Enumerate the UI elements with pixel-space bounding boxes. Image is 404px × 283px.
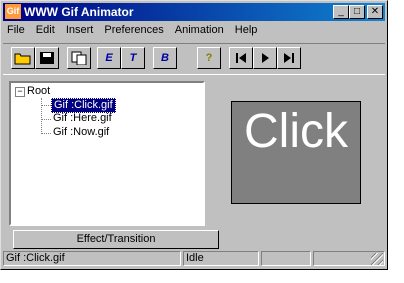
- effect-transition-button[interactable]: Effect/Transition: [13, 230, 219, 249]
- menu-help[interactable]: Help: [231, 22, 262, 39]
- preview-pane: Click: [231, 101, 361, 204]
- tree-connector: [41, 133, 51, 134]
- floppy-save-icon: [40, 52, 54, 64]
- collapse-icon[interactable]: −: [15, 87, 25, 97]
- tree-connector: [41, 98, 42, 134]
- close-button[interactable]: ✕: [367, 5, 383, 19]
- help-button[interactable]: ?: [197, 47, 221, 69]
- menu-animation[interactable]: Animation: [171, 22, 228, 39]
- status-file: Gif :Click.gif: [3, 251, 181, 266]
- copy-button[interactable]: [67, 47, 91, 69]
- title-bar[interactable]: Gif WWW Gif Animator _ □ ✕: [3, 3, 385, 21]
- tree-root[interactable]: Root: [27, 85, 50, 98]
- preview-text: Click: [244, 105, 348, 158]
- last-frame-button[interactable]: [277, 47, 301, 69]
- save-button[interactable]: [35, 47, 59, 69]
- app-icon[interactable]: Gif: [5, 4, 21, 19]
- status-bar: Gif :Click.gif Idle: [3, 250, 385, 267]
- tree-connector: [41, 119, 51, 120]
- menu-insert[interactable]: Insert: [62, 22, 98, 39]
- menu-bar: File Edit Insert Preferences Animation H…: [3, 22, 385, 40]
- play-button[interactable]: [253, 47, 277, 69]
- tree-item-click[interactable]: Gif :Click.gif: [51, 98, 116, 113]
- skip-first-icon: [236, 53, 246, 63]
- tree-connector: [41, 105, 51, 106]
- tree-item-now[interactable]: Gif :Now.gif: [53, 126, 109, 139]
- window-title: WWW Gif Animator: [24, 5, 134, 19]
- status-panel: [261, 251, 311, 266]
- main-window: Gif WWW Gif Animator _ □ ✕ File Edit Ins…: [0, 0, 388, 270]
- folder-open-icon: [14, 53, 31, 65]
- menu-file[interactable]: File: [3, 22, 29, 39]
- menu-edit[interactable]: Edit: [32, 22, 59, 39]
- open-button[interactable]: [11, 47, 35, 69]
- text-t-button[interactable]: T: [121, 47, 145, 69]
- minimize-button[interactable]: _: [333, 5, 349, 19]
- banner-b-button[interactable]: B: [153, 47, 177, 69]
- effect-e-button[interactable]: E: [97, 47, 121, 69]
- resize-grip[interactable]: [371, 253, 383, 265]
- toolbar: E T B ?: [3, 43, 385, 75]
- first-frame-button[interactable]: [229, 47, 253, 69]
- tree-item-here[interactable]: Gif :Here.gif: [53, 112, 112, 125]
- copy-icon: [71, 51, 87, 65]
- play-icon: [262, 53, 269, 63]
- maximize-button[interactable]: □: [349, 5, 365, 19]
- status-state: Idle: [183, 251, 259, 266]
- frame-tree[interactable]: − Root Gif :Click.gif Gif :Here.gif Gif …: [9, 81, 205, 226]
- skip-last-icon: [284, 53, 294, 63]
- menu-preferences[interactable]: Preferences: [100, 22, 167, 39]
